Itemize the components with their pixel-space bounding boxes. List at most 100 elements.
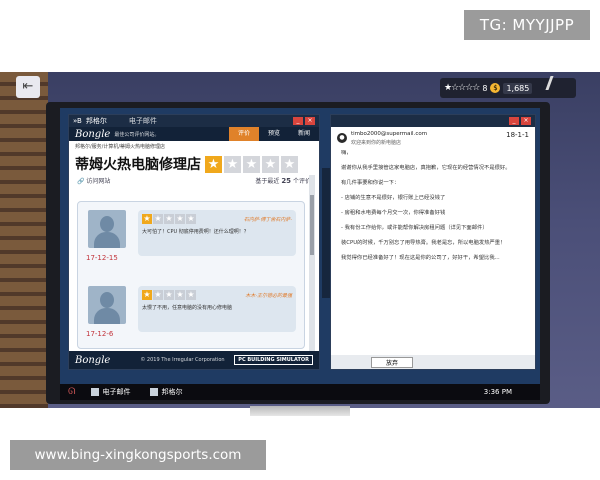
reviewer-name: 木木·王尔德必的最强: [245, 292, 292, 299]
email-window: _ × ● timbo2000@supermail.com 欢迎来到你的新电脑店…: [330, 114, 536, 370]
email-actions: 放弃: [331, 355, 535, 369]
star-icon-empty: ★: [186, 214, 196, 224]
email-app-icon: [91, 388, 100, 396]
hud-money: 1,685: [503, 82, 533, 94]
review-bubble: ★ ★ ★ ★ ★ 石内萨·傅丁舍石内萨· 大可怕了！CPU 彻底停用费啊！还什…: [138, 210, 296, 256]
scrollbar-thumb[interactable]: [310, 195, 314, 255]
breadcrumb[interactable]: 邦格尔/服务/计算机/蒂姆火热电脑修理店: [69, 141, 319, 152]
email-paragraph: - 店铺的生意不是很好，银行账上已经没钱了: [341, 194, 446, 201]
hud-rating-stars: ★☆☆☆☆: [444, 83, 480, 93]
star-icon-filled: ★: [142, 290, 152, 300]
shop-meta: 🔗 访问网站 基于最近 25 个评价: [69, 176, 319, 185]
visit-site-link[interactable]: 🔗 访问网站: [77, 176, 110, 185]
email-window-titlebar: _ ×: [331, 115, 535, 127]
taskbar: ᘏ 电子邮件 邦格尔 3:36 PM: [60, 384, 540, 400]
email-body: 嗨， 谢谢你从我手里接管这家电脑店，真抱歉，它现在的经营情况不是很好。 有几件事…: [331, 150, 535, 342]
review-text: 大可怕了！CPU 彻底停用费啊！还什么理啊！？: [142, 229, 249, 235]
coin-icon: $: [490, 83, 501, 93]
hud-level: 8: [482, 83, 488, 93]
star-icon-empty: ★: [243, 155, 260, 173]
email-paragraph: 有几件事要和你说一下：: [341, 179, 400, 186]
email-paragraph: 谢谢你从我手里接管这家电脑店，真抱歉，它现在的经营情况不是很好。: [341, 164, 511, 171]
scrollbar[interactable]: [309, 175, 315, 365]
screenshot-root: TG: MYYJJPP ⇤ ★☆☆☆☆ 8 $ 1,685 »B 邦格尔 电子邮…: [0, 0, 600, 480]
footer-logo: Bongle: [75, 354, 111, 366]
email-subject: 欢迎来到你的新电脑店: [351, 140, 402, 146]
star-icon-filled: ★: [142, 214, 152, 224]
tab-preview[interactable]: 预览: [259, 127, 289, 141]
window-tab-email[interactable]: 电子邮件: [129, 116, 157, 126]
review-count-prefix: 基于最近: [255, 178, 280, 185]
bongle-window-titlebar: »B 邦格尔 电子邮件 _ ×: [69, 115, 319, 127]
taskbar-email[interactable]: 电子邮件: [91, 387, 130, 397]
review-item: 17-12-15 ★ ★ ★ ★ ★ 石内萨·傅丁舍石内萨· 大可怕了！CPU …: [86, 210, 298, 268]
shop-title: 蒂姆火热电脑修理店: [75, 157, 201, 173]
shop-rating: ★ ★ ★ ★ ★: [205, 155, 298, 173]
review-rating: ★ ★ ★ ★ ★: [142, 214, 196, 224]
star-icon-empty: ★: [164, 214, 174, 224]
exit-icon[interactable]: ⇤: [16, 76, 40, 98]
footer-copyright: © 2019 The Irregular Corporation: [140, 357, 225, 363]
star-icon-filled: ★: [205, 155, 222, 173]
bongle-logo[interactable]: Bongle: [75, 129, 110, 140]
computer-screen: »B 邦格尔 电子邮件 _ × Bongle 最佳公司评价网站。 评价 预览 新…: [60, 108, 540, 384]
wall-shelves: [0, 72, 48, 408]
star-icon-empty: ★: [175, 290, 185, 300]
bongle-header: Bongle 最佳公司评价网站。 评价 预览 新闻: [69, 127, 319, 141]
bongle-app-icon: [150, 388, 159, 396]
window-tab-bongle[interactable]: 邦格尔: [86, 116, 107, 126]
shop-header: 蒂姆火热电脑修理店 ★ ★ ★ ★ ★: [69, 152, 319, 176]
reviewer-name: 石内萨·傅丁舍石内萨·: [243, 216, 292, 223]
tg-watermark: TG: MYYJJPP: [464, 10, 590, 40]
close-button[interactable]: ×: [521, 117, 531, 125]
avatar: [88, 210, 126, 248]
star-icon-empty: ★: [175, 214, 185, 224]
minimize-button[interactable]: _: [293, 117, 303, 125]
tab-reviews[interactable]: 评价: [229, 127, 259, 141]
taskbar-bongle[interactable]: 邦格尔: [150, 387, 182, 397]
email-paragraph: 我觉得你已经准备好了！现在这是你的公司了，好好干，希望比我...: [341, 254, 500, 261]
review-count-number: 25: [281, 177, 292, 185]
review-date: 17-12-15: [86, 254, 118, 262]
email-header: ● timbo2000@supermail.com 欢迎来到你的新电脑店 18-…: [331, 127, 535, 150]
review-rating: ★ ★ ★ ★ ★: [142, 290, 196, 300]
visit-site-label: 访问网站: [86, 178, 111, 185]
star-icon-empty: ★: [281, 155, 298, 173]
monitor-stand: [250, 406, 350, 416]
review-date: 17-12-6: [86, 330, 114, 338]
pcbs-badge: PC BUILDING SIMULATOR: [234, 355, 313, 365]
start-logo-icon[interactable]: ᘏ: [68, 387, 75, 397]
email-date: 18-1-1: [506, 131, 529, 139]
email-paragraph: - 房租和水电费每个月交一次，你得准备好钱: [341, 209, 446, 216]
window-divider: [322, 168, 330, 298]
star-icon-empty: ★: [153, 290, 163, 300]
email-paragraph: - 我有份工作给你，或许能帮你解决房租问题（详见下面邮件）: [341, 224, 488, 231]
star-icon-empty: ★: [262, 155, 279, 173]
taskbar-bongle-label: 邦格尔: [161, 388, 183, 396]
bongle-tagline: 最佳公司评价网站。: [114, 131, 160, 138]
avatar: [88, 286, 126, 324]
reviews-list: 17-12-15 ★ ★ ★ ★ ★ 石内萨·傅丁舍石内萨· 大可怕了！CPU …: [77, 201, 305, 349]
review-text: 太慢了不用，任意电脑的没有用心修电脑: [142, 305, 233, 311]
tab-news[interactable]: 新闻: [289, 127, 319, 141]
bongle-window: »B 邦格尔 电子邮件 _ × Bongle 最佳公司评价网站。 评价 预览 新…: [68, 114, 320, 370]
bongle-footer: Bongle © 2019 The Irregular Corporation …: [69, 351, 319, 369]
email-paragraph: 装CPU的时候，千万别忘了用导热膏。我老是忘，所以电脑发热严重！: [341, 239, 506, 246]
bongle-app-icon: »B: [73, 117, 82, 125]
review-item: 17-12-6 ★ ★ ★ ★ ★ 木木·王尔德必的最强 太慢了不用，任意电脑的…: [86, 286, 298, 344]
url-watermark: www.bing-xingkongsports.com: [10, 440, 266, 470]
taskbar-email-label: 电子邮件: [102, 388, 131, 396]
star-icon-empty: ★: [164, 290, 174, 300]
email-sender: timbo2000@supermail.com: [351, 131, 428, 137]
star-icon-empty: ★: [153, 214, 163, 224]
email-paragraph: 嗨，: [341, 150, 352, 156]
review-bubble: ★ ★ ★ ★ ★ 木木·王尔德必的最强 太慢了不用，任意电脑的没有用心修电脑: [138, 286, 296, 332]
game-scene: ⇤ ★☆☆☆☆ 8 $ 1,685 »B 邦格尔 电子邮件 _ × Bongle…: [0, 72, 600, 408]
monitor: »B 邦格尔 电子邮件 _ × Bongle 最佳公司评价网站。 评价 预览 新…: [46, 102, 550, 404]
sender-avatar-icon: ●: [337, 133, 347, 143]
minimize-button[interactable]: _: [509, 117, 519, 125]
star-icon-empty: ★: [186, 290, 196, 300]
close-button[interactable]: ×: [305, 117, 315, 125]
give-up-button[interactable]: 放弃: [371, 356, 414, 368]
clock: 3:36 PM: [483, 388, 512, 396]
